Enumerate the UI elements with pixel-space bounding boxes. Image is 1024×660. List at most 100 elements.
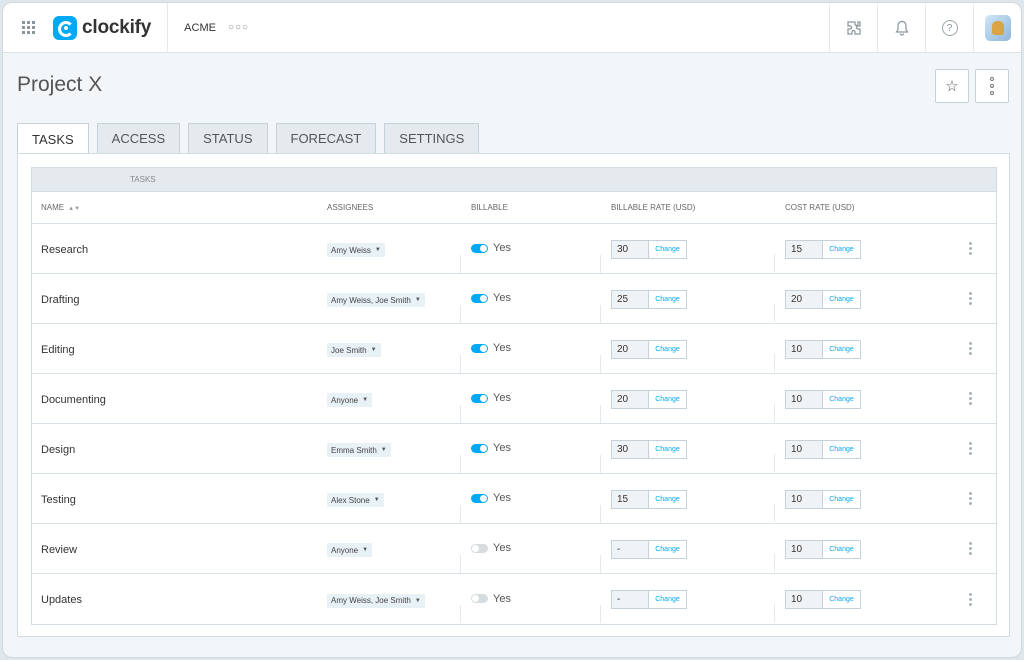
caret-down-icon: ▼	[380, 447, 387, 453]
change-cost-rate-button[interactable]: Change	[823, 490, 860, 508]
profile-button[interactable]	[973, 3, 1021, 53]
cost-rate-cell: 10 Change	[785, 589, 945, 609]
assignees-dropdown[interactable]: Amy Weiss, Joe Smith ▼	[327, 593, 425, 608]
change-cost-rate-button[interactable]: Change	[823, 340, 860, 358]
billable-rate-cell: - Change	[611, 539, 785, 572]
assignees-dropdown[interactable]: Amy Weiss ▼	[327, 243, 385, 257]
assignees-cell: Amy Weiss, Joe Smith ▼	[327, 590, 471, 623]
assignees-dropdown[interactable]: Emma Smith ▼	[327, 443, 391, 457]
more-vertical-icon[interactable]	[969, 542, 972, 555]
table-header: NAME ▲▼ ASSIGNEES BILLABLE BILLABLE RATE …	[32, 192, 996, 224]
change-billable-rate-button[interactable]: Change	[649, 290, 686, 308]
task-name[interactable]: Research	[41, 244, 88, 256]
table-row: Updates Amy Weiss, Joe Smith ▼ Yes - Chang…	[32, 574, 996, 624]
workspace-name[interactable]: ACME	[184, 22, 216, 34]
project-more-button[interactable]	[975, 69, 1009, 103]
task-name[interactable]: Drafting	[41, 294, 80, 306]
change-billable-rate-button[interactable]: Change	[649, 540, 686, 558]
help-button[interactable]: ?	[925, 3, 973, 53]
billable-rate-value[interactable]: 25	[612, 290, 649, 308]
bell-icon[interactable]	[877, 3, 925, 53]
billable-toggle[interactable]	[471, 594, 488, 604]
workspace-more-icon[interactable]: ○○○	[228, 22, 249, 33]
billable-rate-value[interactable]: 30	[612, 440, 649, 458]
task-name[interactable]: Updates	[41, 594, 82, 606]
billable-toggle[interactable]	[471, 243, 488, 253]
billable-cell: Yes	[471, 490, 611, 523]
assignees-dropdown[interactable]: Joe Smith ▼	[327, 343, 381, 357]
more-vertical-icon	[990, 77, 994, 95]
more-vertical-icon[interactable]	[969, 392, 972, 405]
cost-rate-cell: 10 Change	[785, 339, 945, 359]
task-name[interactable]: Review	[41, 544, 77, 556]
assignees-cell: Anyone ▼	[327, 540, 471, 573]
apps-grid-icon[interactable]	[3, 3, 53, 53]
billable-rate-value[interactable]: -	[612, 540, 649, 558]
change-cost-rate-button[interactable]: Change	[823, 591, 860, 608]
assignees-dropdown[interactable]: Anyone ▼	[327, 543, 373, 557]
task-name[interactable]: Documenting	[41, 394, 106, 406]
column-name[interactable]: NAME ▲▼	[32, 203, 327, 212]
change-cost-rate-button[interactable]: Change	[823, 540, 860, 558]
cost-rate-value[interactable]: 10	[786, 340, 823, 358]
cost-rate-value[interactable]: 10	[786, 490, 823, 508]
change-cost-rate-button[interactable]: Change	[823, 390, 860, 408]
sort-icon[interactable]: ▲▼	[68, 206, 80, 212]
change-cost-rate-button[interactable]: Change	[823, 290, 860, 308]
billable-rate-value[interactable]: 15	[612, 490, 649, 508]
task-name[interactable]: Design	[41, 444, 75, 456]
billable-rate-value[interactable]: 20	[612, 390, 649, 408]
tab-status[interactable]: STATUS	[188, 123, 268, 153]
tab-access[interactable]: ACCESS	[96, 123, 181, 153]
billable-toggle[interactable]	[471, 493, 488, 503]
assignees-dropdown[interactable]: Anyone ▼	[327, 393, 373, 407]
change-billable-rate-button[interactable]: Change	[649, 591, 686, 608]
star-icon: ☆	[945, 78, 959, 95]
billable-rate-value[interactable]: -	[612, 591, 649, 608]
change-billable-rate-button[interactable]: Change	[649, 340, 686, 358]
more-vertical-icon[interactable]	[969, 592, 972, 606]
tab-tasks[interactable]: TASKS	[17, 123, 89, 154]
billable-toggle[interactable]	[471, 443, 488, 453]
cost-rate-value[interactable]: 10	[786, 540, 823, 558]
tab-settings[interactable]: SETTINGS	[384, 123, 480, 153]
billable-toggle[interactable]	[471, 293, 488, 303]
cost-rate-value[interactable]: 10	[786, 440, 823, 458]
change-cost-rate-button[interactable]: Change	[823, 440, 860, 458]
tab-forecast[interactable]: FORECAST	[275, 123, 377, 153]
billable-rate-value[interactable]: 30	[612, 240, 649, 258]
more-vertical-icon[interactable]	[969, 292, 972, 305]
cost-rate-value[interactable]: 10	[786, 591, 823, 608]
logo[interactable]: clockify	[53, 3, 169, 53]
change-cost-rate-button[interactable]: Change	[823, 240, 860, 258]
billable-toggle[interactable]	[471, 543, 488, 553]
change-billable-rate-button[interactable]: Change	[649, 240, 686, 258]
assignees-cell: Joe Smith ▼	[327, 340, 471, 373]
more-vertical-icon[interactable]	[969, 492, 972, 505]
column-assignees: ASSIGNEES	[327, 203, 374, 212]
cost-rate-value[interactable]: 10	[786, 390, 823, 408]
page-title: Project X	[17, 73, 103, 96]
assignees-dropdown[interactable]: Alex Stone ▼	[327, 493, 384, 507]
task-name[interactable]: Testing	[41, 494, 76, 506]
cost-rate-value[interactable]: 20	[786, 290, 823, 308]
caret-down-icon: ▼	[362, 397, 369, 403]
billable-rate-value[interactable]: 20	[612, 340, 649, 358]
billable-toggle[interactable]	[471, 393, 488, 403]
tasks-panel: TASKS NAME ▲▼ ASSIGNEES BILLABLE BILLABLE…	[17, 153, 1010, 637]
cost-rate-field: 10 Change	[785, 339, 861, 359]
task-name[interactable]: Editing	[41, 344, 75, 356]
tasks-table: TASKS NAME ▲▼ ASSIGNEES BILLABLE BILLABLE…	[31, 167, 997, 625]
billable-rate-cell: 20 Change	[611, 339, 785, 372]
cost-rate-value[interactable]: 15	[786, 240, 823, 258]
assignees-dropdown[interactable]: Amy Weiss, Joe Smith ▼	[327, 293, 425, 307]
change-billable-rate-button[interactable]: Change	[649, 390, 686, 408]
more-vertical-icon[interactable]	[969, 242, 972, 255]
change-billable-rate-button[interactable]: Change	[649, 490, 686, 508]
more-vertical-icon[interactable]	[969, 342, 972, 355]
billable-toggle[interactable]	[471, 343, 488, 353]
puzzle-icon[interactable]	[829, 3, 877, 53]
more-vertical-icon[interactable]	[969, 442, 972, 455]
favorite-button[interactable]: ☆	[935, 69, 969, 103]
change-billable-rate-button[interactable]: Change	[649, 440, 686, 458]
